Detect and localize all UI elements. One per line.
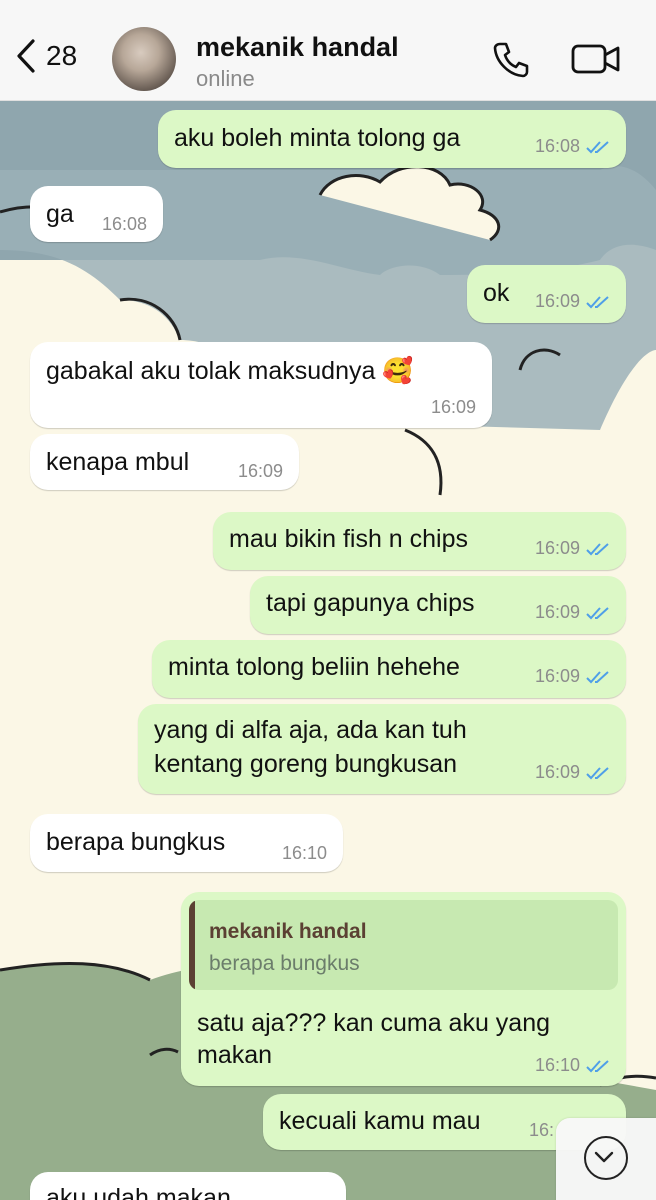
message-time: 16: [529,1120,555,1140]
message-text: kenapa mbul [46,448,190,476]
message-text: aku udah makan [46,1184,231,1200]
back-button[interactable]: 28 [14,38,77,74]
message-text-line-2: kentang goreng bungkusan [154,750,458,778]
message-text: gabakal aku tolak maksudnya 🥰 [46,357,414,385]
message-time: 16:09 [430,397,476,417]
read-receipt-icon [586,670,609,683]
message-time: 16:10 [534,1055,580,1075]
message-time: 16:10 [281,843,327,863]
message-time: 16:09 [534,762,580,782]
message-text: aku boleh minta tolong ga [174,124,461,152]
avatar[interactable] [112,27,176,91]
message-bubble-outgoing[interactable]: tapi gapunya chips 16:09 [250,576,626,634]
read-receipt-icon [586,1059,609,1072]
message-bubble-outgoing-reply[interactable]: mekanik handal berapa bungkus satu aja??… [181,892,626,1086]
quoted-message[interactable]: mekanik handal berapa bungkus [189,900,618,990]
video-call-button[interactable] [570,42,622,81]
quoted-text: berapa bungkus [209,952,360,975]
message-text-line-2: makan [197,1041,273,1069]
message-time: 16:09 [534,602,580,622]
phone-icon [493,42,529,78]
read-receipt-icon [586,766,609,779]
message-time: 16:08 [101,214,147,234]
message-text-line-1: yang di alfa aja, ada kan tuh [154,716,467,744]
contact-name[interactable]: mekanik handal [196,32,399,63]
message-text: ok [483,279,510,307]
message-time: 16:09 [237,461,283,481]
chevron-down-icon [594,1151,614,1163]
chevron-left-icon [17,39,35,73]
message-text: berapa bungkus [46,828,226,856]
read-receipt-icon [586,606,609,619]
message-text: minta tolong beliin hehehe [168,653,460,681]
chat-screen: 28 mekanik handal online aku boleh minta… [0,0,656,1200]
message-bubble-outgoing[interactable]: mau bikin fish n chips 16:09 [213,512,626,570]
scroll-to-bottom-button[interactable] [556,1118,656,1200]
message-bubble-outgoing[interactable]: minta tolong beliin hehehe 16:09 [152,640,626,698]
message-text: tapi gapunya chips [266,589,475,617]
message-bubble-incoming[interactable]: berapa bungkus 16:10 [30,814,343,872]
message-time: 16:09 [534,538,580,558]
message-bubble-incoming[interactable]: ga 16:08 [30,186,163,242]
chat-header: 28 mekanik handal online [0,0,656,101]
message-bubble-incoming[interactable]: kenapa mbul 16:09 [30,434,299,490]
message-bubble-outgoing[interactable]: ok 16:09 [467,265,626,323]
voice-call-button[interactable] [492,40,530,83]
contact-status: online [196,66,255,91]
read-receipt-icon [586,140,609,153]
quoted-sender: mekanik handal [209,920,367,943]
message-text: ga [46,200,74,228]
quote-bar [189,900,195,990]
message-time: 16:08 [534,136,580,156]
message-text-line-1: satu aja??? kan cuma aku yang [197,1009,551,1037]
message-text: kecuali kamu mau [279,1107,481,1135]
video-camera-icon [571,44,620,74]
message-time: 16:09 [534,666,580,686]
message-bubble-outgoing[interactable]: aku boleh minta tolong ga 16:08 [158,110,626,168]
message-bubble-incoming[interactable]: aku udah makan [30,1172,346,1200]
read-receipt-icon [586,542,609,555]
message-bubble-outgoing[interactable]: yang di alfa aja, ada kan tuh kentang go… [138,704,626,794]
message-bubble-incoming[interactable]: gabakal aku tolak maksudnya 🥰 16:09 [30,342,492,428]
unread-count: 28 [46,40,78,71]
scroll-circle [584,1136,628,1180]
message-text: mau bikin fish n chips [229,525,469,553]
message-time: 16:09 [534,291,580,311]
read-receipt-icon [586,295,609,308]
